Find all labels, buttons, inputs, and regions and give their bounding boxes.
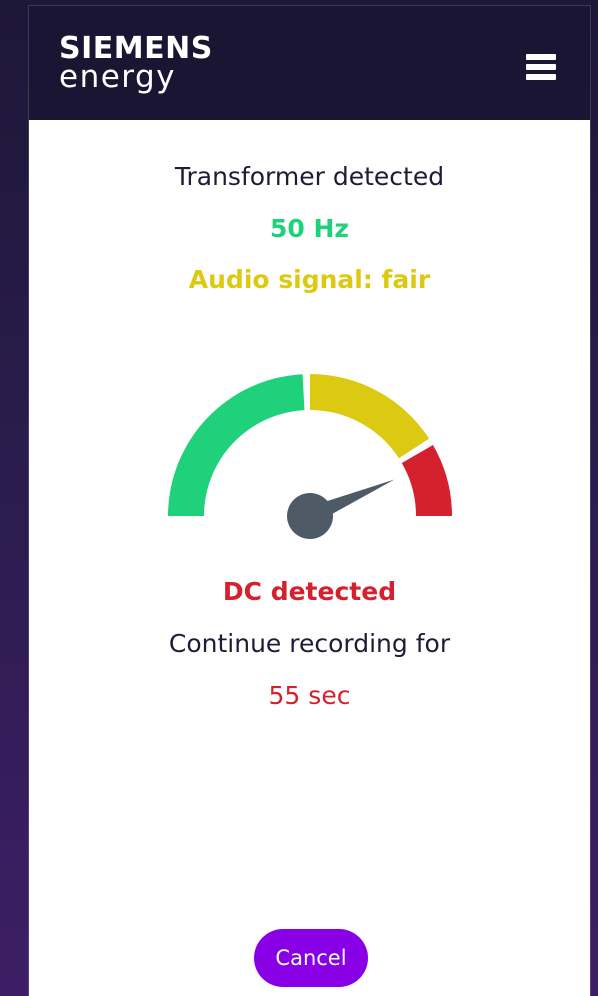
dc-status: DC detected: [222, 577, 397, 606]
gauge-hub: [287, 493, 333, 539]
audio-signal-quality: Audio signal: fair: [188, 265, 431, 294]
gauge-zone-green: [168, 374, 305, 516]
menu-bar-middle: [526, 64, 556, 70]
gauge-zone-red: [401, 445, 452, 516]
app-screen: SIEMENS energy Transformer detected 50 H…: [29, 6, 590, 996]
siemens-energy-logo: SIEMENS energy: [59, 34, 213, 95]
app-header: SIEMENS energy: [29, 6, 590, 120]
cancel-button[interactable]: Cancel: [254, 929, 368, 987]
gauge-zone-yellow: [310, 374, 430, 459]
menu-bar-top: [526, 54, 556, 60]
logo-line-energy: energy: [59, 59, 177, 95]
detection-status: Transformer detected: [174, 162, 445, 191]
menu-bar-bottom: [526, 74, 556, 80]
hamburger-menu-icon[interactable]: [523, 50, 559, 84]
gauge-needle: [306, 479, 395, 525]
signal-gauge: [168, 374, 452, 539]
remaining-time: 55 sec: [268, 681, 351, 710]
recording-instruction: Continue recording for: [168, 629, 451, 658]
frequency-value: 50 Hz: [270, 214, 349, 243]
